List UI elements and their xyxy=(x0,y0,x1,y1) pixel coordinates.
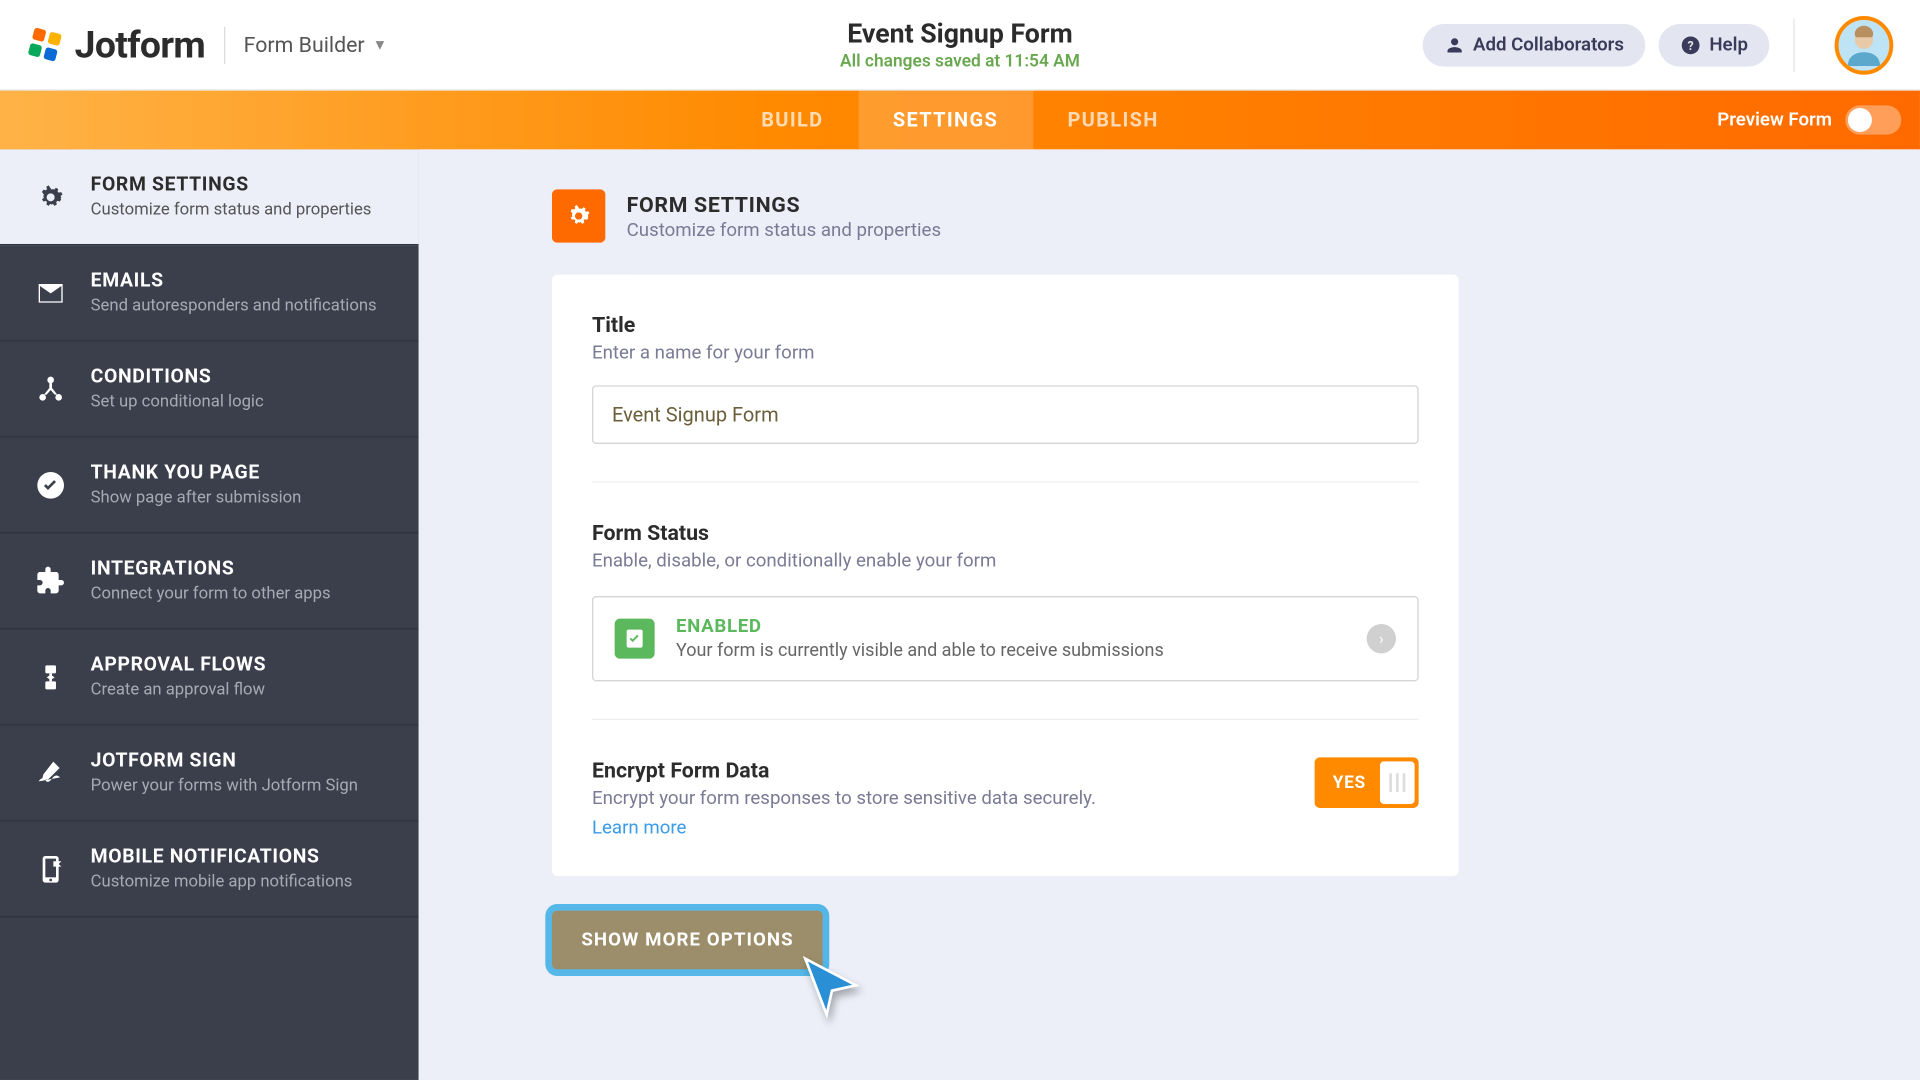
product-dropdown[interactable]: Form Builder ▼ xyxy=(244,32,387,57)
avatar[interactable] xyxy=(1835,15,1894,74)
settings-card: Title Enter a name for your form Form St… xyxy=(552,275,1459,876)
tab-bar: BUILD SETTINGS PUBLISH Preview Form xyxy=(0,91,1920,150)
sidebar-item-label: EMAILS xyxy=(91,269,392,292)
encrypt-toggle[interactable]: YES xyxy=(1315,757,1419,808)
collaborators-label: Add Collaborators xyxy=(1473,34,1624,55)
chevron-down-icon: ▼ xyxy=(373,36,388,53)
content-column: FORM SETTINGS Customize form status and … xyxy=(552,149,1459,969)
status-label: Form Status xyxy=(592,520,1419,545)
sidebar-item-sub: Connect your form to other apps xyxy=(91,584,392,604)
app-header: Jotform Form Builder ▼ Event Signup Form… xyxy=(0,0,1920,91)
svg-text:?: ? xyxy=(1688,38,1694,53)
main-content: FORM SETTINGS Customize form status and … xyxy=(419,149,1920,1080)
branch-icon xyxy=(32,371,69,408)
header-right: Add Collaborators ? Help xyxy=(1422,15,1893,74)
form-status-selector[interactable]: ENABLED Your form is currently visible a… xyxy=(592,596,1419,681)
mail-icon xyxy=(32,275,69,312)
page-title: FORM SETTINGS xyxy=(627,191,941,216)
encrypt-sub: Encrypt your form responses to store sen… xyxy=(592,788,1096,809)
sidebar-item-sub: Power your forms with Jotform Sign xyxy=(91,776,392,796)
sidebar-item-label: MOBILE NOTIFICATIONS xyxy=(91,845,392,868)
sidebar-item-label: APPROVAL FLOWS xyxy=(91,653,392,676)
form-title-input[interactable] xyxy=(592,385,1419,444)
page-header: FORM SETTINGS Customize form status and … xyxy=(552,189,1459,242)
encrypt-label: Encrypt Form Data xyxy=(592,757,1096,782)
puzzle-icon xyxy=(32,563,69,600)
sidebar-item-emails[interactable]: EMAILS Send autoresponders and notificat… xyxy=(0,245,419,341)
tab-build[interactable]: BUILD xyxy=(727,91,859,150)
header-center: Event Signup Form All changes saved at 1… xyxy=(840,17,1080,72)
mobile-icon xyxy=(32,851,69,888)
logo-text: Jotform xyxy=(75,23,205,67)
sidebar-item-sub: Set up conditional logic xyxy=(91,392,392,412)
help-button[interactable]: ? Help xyxy=(1659,23,1770,66)
status-section: Form Status Enable, disable, or conditio… xyxy=(592,483,1419,720)
add-collaborators-button[interactable]: Add Collaborators xyxy=(1422,23,1645,66)
toggle-knob xyxy=(1380,761,1415,804)
encrypt-section: Encrypt Form Data Encrypt your form resp… xyxy=(592,720,1419,839)
divider xyxy=(1793,18,1794,71)
preview-toggle[interactable] xyxy=(1845,105,1901,134)
check-circle-icon xyxy=(32,467,69,504)
chevron-right-icon: › xyxy=(1367,624,1396,653)
layout: FORM SETTINGS Customize form status and … xyxy=(0,149,1920,1080)
flow-icon xyxy=(32,659,69,696)
title-section: Title Enter a name for your form xyxy=(592,312,1419,483)
title-sub: Enter a name for your form xyxy=(592,343,1419,364)
sidebar-item-sub: Customize mobile app notifications xyxy=(91,872,392,892)
status-sub: Enable, disable, or conditionally enable… xyxy=(592,551,1419,572)
sidebar-item-integrations[interactable]: INTEGRATIONS Connect your form to other … xyxy=(0,533,419,629)
title-label: Title xyxy=(592,312,1419,337)
sidebar-item-mobile-notifications[interactable]: MOBILE NOTIFICATIONS Customize mobile ap… xyxy=(0,821,419,917)
save-status: All changes saved at 11:54 AM xyxy=(840,52,1080,72)
sidebar-item-form-settings[interactable]: FORM SETTINGS Customize form status and … xyxy=(0,149,419,245)
show-more-wrap: SHOW MORE OPTIONS xyxy=(552,911,823,970)
sidebar-item-sub: Send autoresponders and notifications xyxy=(91,296,392,316)
sidebar: FORM SETTINGS Customize form status and … xyxy=(0,149,419,1080)
sign-icon xyxy=(32,755,69,792)
preview-form-label: Preview Form xyxy=(1717,109,1832,130)
avatar-image xyxy=(1839,15,1890,74)
sidebar-item-thank-you[interactable]: THANK YOU PAGE Show page after submissio… xyxy=(0,437,419,533)
sidebar-item-jotform-sign[interactable]: JOTFORM SIGN Power your forms with Jotfo… xyxy=(0,725,419,821)
form-title[interactable]: Event Signup Form xyxy=(840,17,1080,49)
learn-more-link[interactable]: Learn more xyxy=(592,817,686,838)
person-icon xyxy=(1444,34,1465,55)
sidebar-item-sub: Create an approval flow xyxy=(91,680,392,700)
divider xyxy=(224,26,225,63)
sidebar-item-conditions[interactable]: CONDITIONS Set up conditional logic xyxy=(0,341,419,437)
sidebar-item-sub: Customize form status and properties xyxy=(91,200,392,220)
logo-area[interactable]: Jotform xyxy=(27,23,205,67)
sidebar-item-label: JOTFORM SIGN xyxy=(91,749,392,772)
tab-publish[interactable]: PUBLISH xyxy=(1033,91,1194,150)
product-label-text: Form Builder xyxy=(244,32,365,57)
toggle-knob xyxy=(1848,108,1872,132)
tab-settings[interactable]: SETTINGS xyxy=(858,91,1033,150)
gear-icon xyxy=(552,189,605,242)
preview-form-area: Preview Form xyxy=(1717,105,1901,134)
sidebar-item-label: CONDITIONS xyxy=(91,365,392,388)
enabled-icon xyxy=(615,619,655,659)
status-state-desc: Your form is currently visible and able … xyxy=(676,640,1164,661)
status-state-label: ENABLED xyxy=(676,616,1164,637)
logo-icon xyxy=(27,26,64,63)
show-more-options-button[interactable]: SHOW MORE OPTIONS xyxy=(552,911,823,970)
tabs: BUILD SETTINGS PUBLISH xyxy=(727,91,1194,150)
sidebar-item-sub: Show page after submission xyxy=(91,488,392,508)
help-label: Help xyxy=(1709,34,1748,55)
sidebar-item-approval-flows[interactable]: APPROVAL FLOWS Create an approval flow xyxy=(0,629,419,725)
page-subtitle: Customize form status and properties xyxy=(627,219,941,240)
sidebar-item-label: INTEGRATIONS xyxy=(91,557,392,580)
help-icon: ? xyxy=(1680,34,1701,55)
sidebar-item-label: THANK YOU PAGE xyxy=(91,461,392,484)
sidebar-item-label: FORM SETTINGS xyxy=(91,173,392,196)
encrypt-toggle-label: YES xyxy=(1319,773,1380,793)
gear-icon xyxy=(32,179,69,216)
